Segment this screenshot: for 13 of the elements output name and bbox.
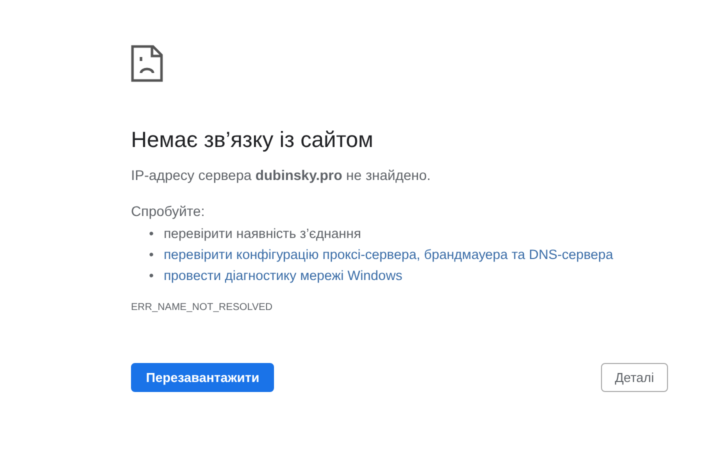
suggestion-text: перевірити наявність з’єднання [164, 225, 362, 243]
sad-page-icon [131, 45, 163, 82]
suggestion-link[interactable]: перевірити конфігурацію проксі-сервера, брандмауера та DNS-сервера [164, 244, 614, 265]
bullet: • [149, 246, 154, 264]
reload-button[interactable]: Перезавантажити [131, 363, 274, 392]
suggestion-link[interactable]: провести діагностику мережі Windows [164, 265, 402, 286]
error-message: IP-адресу сервера dubinsky.pro не знайдено. [131, 167, 431, 183]
suggestions-title: Спробуйте: [131, 203, 205, 219]
bullet: • [149, 225, 154, 243]
error-heading: Немає зв’язку із сайтом [131, 127, 374, 153]
error-code: ERR_NAME_NOT_RESOLVED [131, 302, 273, 313]
details-button[interactable]: Деталі [600, 363, 668, 392]
bullet: • [149, 267, 154, 285]
